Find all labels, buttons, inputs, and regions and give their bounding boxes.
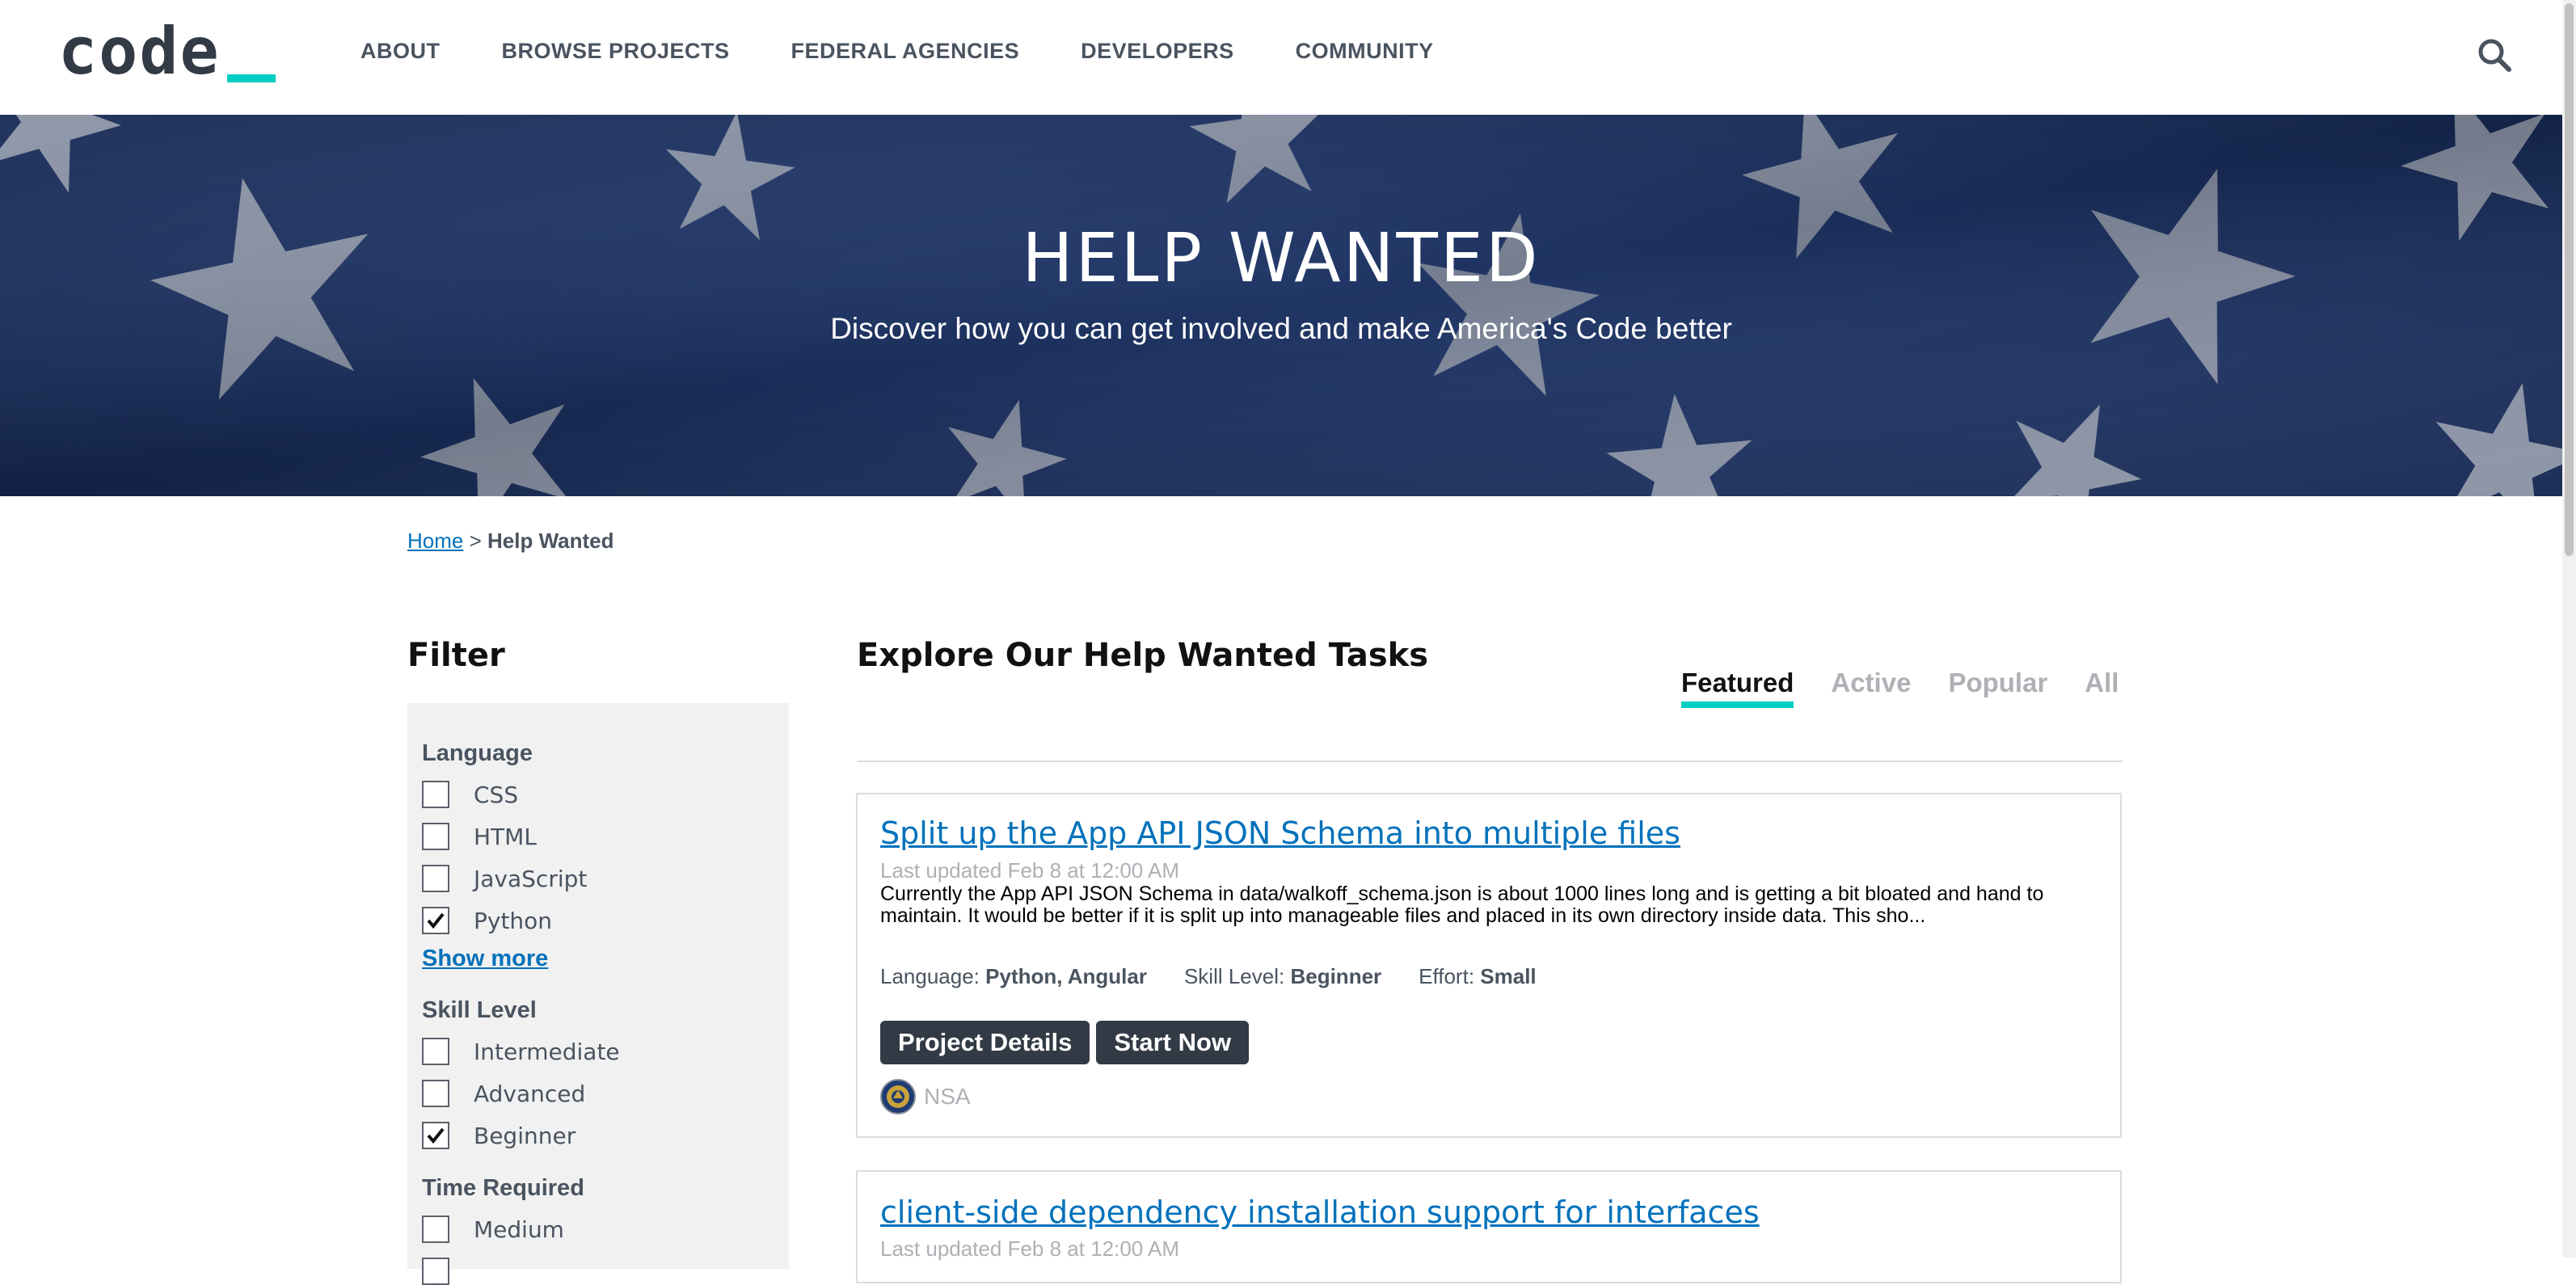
nav-developers[interactable]: DEVELOPERS bbox=[1081, 39, 1234, 64]
task-tabs: Featured Active Popular All bbox=[1681, 668, 2119, 708]
logo-cursor bbox=[226, 74, 276, 82]
page-scrollbar-thumb[interactable] bbox=[2565, 3, 2574, 556]
filter-skill-label: Skill Level bbox=[422, 997, 537, 1023]
filter-option-label: Beginner bbox=[474, 1122, 576, 1149]
checkbox[interactable] bbox=[422, 781, 449, 808]
breadcrumb-separator: > bbox=[469, 529, 482, 553]
filter-option-javascript[interactable]: JavaScript bbox=[422, 865, 587, 892]
checkbox-checked[interactable] bbox=[422, 907, 449, 934]
filter-option-medium[interactable]: Medium bbox=[422, 1215, 564, 1243]
nav-about[interactable]: ABOUT bbox=[360, 39, 441, 64]
task-effort: Effort: Small bbox=[1419, 964, 1537, 988]
start-now-button[interactable]: Start Now bbox=[1096, 1021, 1250, 1064]
filter-option-html[interactable]: HTML bbox=[422, 823, 537, 850]
filter-option-beginner[interactable]: Beginner bbox=[422, 1122, 575, 1149]
hero-subtitle: Discover how you can get involved and ma… bbox=[830, 312, 1732, 345]
checkbox[interactable] bbox=[422, 865, 449, 892]
filter-option-intermediate[interactable]: Intermediate bbox=[422, 1038, 620, 1065]
tabs-divider bbox=[857, 760, 2123, 762]
checkbox[interactable] bbox=[422, 823, 449, 850]
logo-text: code bbox=[58, 14, 221, 89]
filter-option-label: Intermediate bbox=[474, 1038, 620, 1065]
checkmark-icon bbox=[427, 1127, 445, 1144]
filter-option-label: Python bbox=[474, 907, 553, 934]
agency-seal-icon bbox=[880, 1079, 916, 1114]
task-updated: Last updated Feb 8 at 12:00 AM bbox=[880, 1237, 1180, 1261]
filter-option-label: JavaScript bbox=[474, 865, 588, 892]
task-meta: Language: Python, Angular Skill Level: B… bbox=[880, 964, 1537, 989]
filter-option-next[interactable] bbox=[422, 1258, 449, 1285]
filter-option-css[interactable]: CSS bbox=[422, 781, 518, 808]
filter-language-label: Language bbox=[422, 740, 533, 766]
task-skill: Skill Level: Beginner bbox=[1183, 964, 1382, 988]
filter-option-python[interactable]: Python bbox=[422, 907, 552, 934]
filter-option-label: HTML bbox=[474, 823, 537, 850]
tasks-section-title: Explore Our Help Wanted Tasks bbox=[857, 637, 1429, 674]
tab-popular[interactable]: Popular bbox=[1948, 668, 2047, 708]
tab-active[interactable]: Active bbox=[1831, 668, 1911, 708]
task-card: Split up the App API JSON Schema into mu… bbox=[856, 793, 2122, 1138]
breadcrumb-home[interactable]: Home bbox=[407, 529, 463, 553]
site-logo[interactable]: code bbox=[58, 11, 276, 92]
site-header: code ABOUT BROWSE PROJECTS FEDERAL AGENC… bbox=[0, 0, 2562, 116]
hero-banner: HELP WANTED Discover how you can get inv… bbox=[0, 115, 2562, 496]
checkbox[interactable] bbox=[422, 1080, 449, 1107]
tab-featured[interactable]: Featured bbox=[1681, 668, 1794, 708]
search-icon[interactable] bbox=[2475, 36, 2514, 74]
filter-option-label: Advanced bbox=[474, 1080, 586, 1107]
main-nav: ABOUT BROWSE PROJECTS FEDERAL AGENCIES D… bbox=[360, 39, 1434, 64]
task-title-link[interactable]: client-side dependency installation supp… bbox=[880, 1194, 1760, 1230]
checkbox[interactable] bbox=[422, 1038, 449, 1065]
hero-title: HELP WANTED bbox=[1022, 218, 1541, 297]
filter-panel: Language CSS HTML JavaScript Python Show… bbox=[407, 703, 789, 1285]
filter-option-label: CSS bbox=[474, 781, 519, 808]
checkbox[interactable] bbox=[422, 1215, 449, 1243]
task-actions: Project Details Start Now bbox=[880, 1021, 1250, 1064]
nav-community[interactable]: COMMUNITY bbox=[1296, 39, 1434, 64]
checkmark-icon bbox=[427, 912, 445, 929]
filter-option-advanced[interactable]: Advanced bbox=[422, 1080, 585, 1107]
checkbox[interactable] bbox=[422, 1258, 449, 1285]
nav-browse-projects[interactable]: BROWSE PROJECTS bbox=[502, 39, 730, 64]
task-title-link[interactable]: Split up the App API JSON Schema into mu… bbox=[880, 815, 1680, 851]
show-more-link[interactable]: Show more bbox=[422, 946, 548, 972]
nav-federal-agencies[interactable]: FEDERAL AGENCIES bbox=[791, 39, 1020, 64]
breadcrumb: Home > Help Wanted bbox=[407, 529, 614, 554]
task-language: Language: Python, Angular bbox=[880, 964, 1147, 988]
filter-option-label: Medium bbox=[474, 1215, 564, 1243]
task-description: Currently the App API JSON Schema in dat… bbox=[880, 883, 2044, 927]
task-updated: Last updated Feb 8 at 12:00 AM bbox=[880, 858, 1180, 883]
tab-all[interactable]: All bbox=[2085, 668, 2119, 708]
project-details-button[interactable]: Project Details bbox=[880, 1021, 1090, 1064]
filter-time-label: Time Required bbox=[422, 1175, 584, 1201]
filter-title: Filter bbox=[407, 637, 505, 674]
breadcrumb-current: Help Wanted bbox=[487, 529, 614, 553]
agency-name: NSA bbox=[924, 1084, 971, 1109]
task-agency: NSA bbox=[880, 1079, 971, 1114]
task-card: client-side dependency installation supp… bbox=[856, 1170, 2122, 1283]
checkbox-checked[interactable] bbox=[422, 1122, 449, 1149]
flag-stars-background bbox=[0, 115, 2562, 496]
